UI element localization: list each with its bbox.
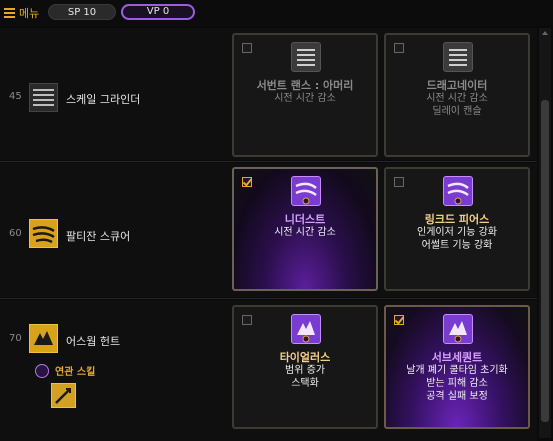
skill-name: 팔티잔 스큐어 — [66, 230, 131, 243]
skill-name: 어스웜 헌트 — [66, 335, 121, 348]
option-title: 타이얼러스 — [279, 351, 331, 364]
option-title: 드래고네이터 — [426, 79, 488, 92]
row-divider — [0, 161, 537, 162]
scroll-up-arrow-icon[interactable] — [539, 28, 551, 38]
related-skill-badge-icon — [35, 363, 49, 378]
vp-counter: VP 0 — [121, 4, 195, 20]
striped-option-icon — [291, 42, 321, 72]
option-checkbox[interactable] — [394, 177, 404, 187]
option-desc-line: 받는 피해 감소 — [426, 378, 488, 389]
option-description: 시전 시간 감소 — [234, 226, 376, 239]
option-description: 날개 폐기 쿨타임 초기화 받는 피해 감소 공격 실패 보정 — [386, 364, 528, 403]
purple-dragon-icon — [291, 314, 321, 344]
option-description: 시전 시간 감소 — [234, 92, 376, 105]
skill-level: 45 — [9, 91, 22, 102]
option-desc-line: 시전 시간 감소 — [274, 227, 336, 238]
option-desc-line: 인게이저 기능 강화 — [417, 227, 497, 238]
option-desc-line: 스택화 — [291, 378, 319, 389]
related-skill-label: 연관 스킬 — [55, 367, 96, 378]
striped-option-icon — [443, 42, 473, 72]
option-title: 서번트 랜스 : 아머리 — [256, 79, 354, 92]
option-title: 니더스트 — [284, 213, 326, 226]
option-desc-line: 딜레이 캔슬 — [432, 106, 482, 117]
top-bar: 메뉴 SP 10 VP 0 — [0, 0, 553, 26]
option-desc-line: 어썰트 기능 강화 — [421, 240, 493, 251]
option-description: 범위 증가 스택화 — [234, 364, 376, 390]
striped-grey-icon — [29, 83, 58, 112]
option-desc-line: 시전 시간 감소 — [426, 93, 488, 104]
option-desc-line: 날개 폐기 쿨타임 초기화 — [406, 365, 508, 376]
skill-name: 스케일 그라인더 — [66, 93, 141, 106]
row-divider — [0, 298, 537, 299]
option-description: 인게이저 기능 강화 어썰트 기능 강화 — [386, 226, 528, 252]
related-skill-icon[interactable] — [51, 383, 76, 408]
option-card-linked-pierce[interactable]: 링크드 피어스 인게이저 기능 강화 어썰트 기능 강화 — [384, 167, 530, 291]
gold-slash-icon — [29, 219, 58, 248]
purple-dragon-icon — [443, 314, 473, 344]
option-checkbox-checked[interactable] — [394, 315, 404, 325]
option-checkbox[interactable] — [242, 315, 252, 325]
purple-slash-icon — [291, 176, 321, 206]
skill-level: 70 — [9, 333, 22, 344]
gold-dragon-icon — [29, 324, 58, 353]
option-desc-line: 범위 증가 — [285, 365, 325, 376]
option-card-servant-lance[interactable]: 서번트 랜스 : 아머리 시전 시간 감소 — [232, 33, 378, 157]
menu-button[interactable]: 메뉴 — [4, 5, 39, 21]
skill-level: 60 — [9, 228, 22, 239]
option-checkbox-checked[interactable] — [242, 177, 252, 187]
option-desc-line: 공격 실패 보정 — [426, 391, 488, 402]
option-desc-line: 시전 시간 감소 — [274, 93, 336, 104]
option-description: 시전 시간 감소 딜레이 캔슬 — [386, 92, 528, 118]
related-skill: 연관 스킬 — [35, 363, 95, 378]
option-card-nidust[interactable]: 니더스트 시전 시간 감소 — [232, 167, 378, 291]
hamburger-icon — [4, 8, 15, 18]
option-card-subsequent[interactable]: 서브세퀀트 날개 폐기 쿨타임 초기화 받는 피해 감소 공격 실패 보정 — [384, 305, 530, 429]
option-checkbox[interactable] — [394, 43, 404, 53]
menu-label: 메뉴 — [19, 7, 40, 20]
option-card-tyrellus[interactable]: 타이얼러스 범위 증가 스택화 — [232, 305, 378, 429]
vertical-scrollbar[interactable] — [539, 28, 551, 438]
scrollbar-thumb[interactable] — [541, 100, 549, 422]
option-title: 서브세퀀트 — [431, 351, 483, 364]
sp-counter: SP 10 — [48, 4, 116, 20]
option-card-dragonator[interactable]: 드래고네이터 시전 시간 감소 딜레이 캔슬 — [384, 33, 530, 157]
purple-slash-icon — [443, 176, 473, 206]
option-title: 링크드 피어스 — [424, 213, 490, 226]
option-checkbox[interactable] — [242, 43, 252, 53]
